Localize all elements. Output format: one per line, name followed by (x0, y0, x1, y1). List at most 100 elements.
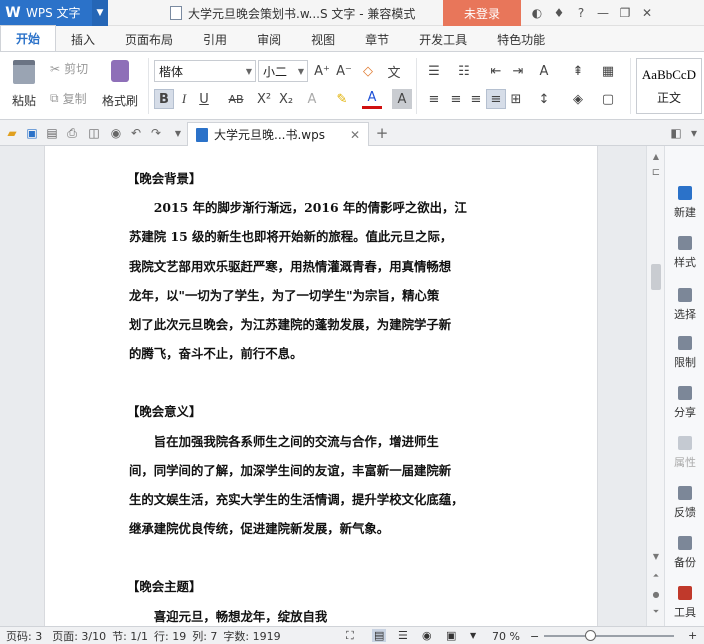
border-icon[interactable]: ▢ (598, 89, 618, 109)
prev-page-icon[interactable]: ⏶ (650, 570, 662, 582)
web-view-icon[interactable]: ◉ (422, 629, 432, 642)
task-select[interactable]: 选择 (665, 288, 704, 322)
italic-button[interactable]: I (174, 89, 194, 109)
tab-page-layout[interactable]: 页面布局 (110, 27, 188, 51)
scrollbar-thumb[interactable] (651, 264, 661, 290)
shading-icon[interactable]: ◈ (568, 89, 588, 109)
zoom-slider[interactable] (544, 630, 674, 641)
paste-button[interactable]: 粘贴 (6, 60, 42, 109)
zoom-out-icon[interactable]: − (530, 630, 539, 643)
full-screen-icon[interactable]: ⛶ (346, 629, 354, 643)
line-spacing-icon[interactable]: ↕ (534, 89, 554, 109)
distributed-icon[interactable]: ⊞ (506, 89, 526, 109)
redo-icon[interactable]: ↷ (148, 125, 164, 141)
undo-icon[interactable]: ↶ (128, 125, 144, 141)
spellcheck-icon[interactable]: ◉ (108, 125, 124, 141)
next-page-icon[interactable]: ⏷ (650, 606, 662, 618)
print-preview-icon[interactable]: ◫ (86, 125, 102, 141)
document-page[interactable]: 【晚会背景】 2015 年的脚步渐行渐远，2016 年的倩影呼之欲出，江 苏建院 1… (44, 146, 598, 626)
document-body[interactable]: 【晚会背景】 2015 年的脚步渐行渐远，2016 年的倩影呼之欲出，江 苏建院 1… (127, 164, 519, 626)
tab-features[interactable]: 特色功能 (482, 27, 560, 51)
highlight-icon[interactable]: ✎ (332, 89, 352, 109)
copy-button[interactable]: ⧉ 复制 (50, 90, 87, 107)
chevron-down-icon[interactable]: ▼ (470, 631, 476, 640)
font-name-select[interactable]: 楷体 ▼ (154, 60, 256, 82)
ruler-toggle-icon[interactable]: ⊏ (650, 166, 662, 178)
justify-icon[interactable]: ≡ (486, 89, 506, 109)
new-tab-icon[interactable]: + (374, 124, 390, 142)
sort-icon[interactable]: A (534, 61, 554, 81)
login-button[interactable]: 未登录 (443, 0, 521, 26)
app-menu-button[interactable]: W WPS 文字 ▼ (0, 0, 108, 26)
shirt-icon[interactable]: ♦ (548, 0, 570, 26)
tab-insert[interactable]: 插入 (56, 27, 110, 51)
tab-view[interactable]: 视图 (296, 27, 350, 51)
grow-font-icon[interactable]: A⁺ (312, 61, 332, 81)
show-marks-icon[interactable]: ⇞ (568, 61, 588, 81)
status-page[interactable]: 页面: 3/10 (52, 628, 106, 644)
align-left-icon[interactable]: ≡ (424, 89, 444, 109)
zoom-level[interactable]: 70 % (492, 630, 520, 643)
align-right-icon[interactable]: ≡ (466, 89, 486, 109)
tab-review[interactable]: 审阅 (242, 27, 296, 51)
close-icon[interactable]: ✕ (636, 0, 658, 26)
scroll-up-icon[interactable]: ▲ (650, 150, 662, 162)
tab-developer[interactable]: 开发工具 (404, 27, 482, 51)
increase-indent-icon[interactable]: ⇥ (508, 61, 528, 81)
tab-home[interactable]: 开始 (0, 25, 57, 51)
underline-button[interactable]: U (194, 89, 214, 109)
style-normal-swatch[interactable]: AaBbCcD 正文 (636, 58, 702, 114)
format-painter-button[interactable]: 格式刷 (100, 60, 140, 109)
tab-section[interactable]: 章节 (350, 27, 404, 51)
chevron-down-icon[interactable]: ▼ (170, 125, 186, 141)
text-effect-icon[interactable]: A (302, 89, 322, 109)
reading-view-icon[interactable]: ▣ (446, 629, 456, 642)
task-tools[interactable]: 工具 (665, 586, 704, 620)
status-word-count[interactable]: 字数: 1919 (223, 628, 280, 644)
help-icon[interactable]: ? (570, 0, 592, 26)
clear-format-icon[interactable]: ◇ (358, 61, 378, 81)
print-icon[interactable]: ⎙ (64, 125, 80, 141)
subscript-button[interactable]: X₂ (276, 89, 296, 109)
outline-view-icon[interactable]: ☰ (398, 629, 408, 642)
phonetic-icon[interactable]: 文 (384, 61, 404, 81)
shrink-font-icon[interactable]: A⁻ (334, 61, 354, 81)
open-folder-icon[interactable]: ▰ (4, 125, 20, 141)
zoom-slider-knob[interactable] (584, 630, 596, 641)
align-center-icon[interactable]: ≡ (446, 89, 466, 109)
minimize-icon[interactable]: — (592, 0, 614, 26)
task-properties[interactable]: 属性 (665, 436, 704, 470)
document-tab[interactable]: 大学元旦晚...书.wps ✕ (187, 122, 369, 146)
strikethrough-button[interactable]: AB (226, 89, 246, 109)
task-restrict[interactable]: 限制 (665, 336, 704, 370)
font-size-select[interactable]: 小二 ▼ (258, 60, 308, 82)
task-feedback[interactable]: 反馈 (665, 486, 704, 520)
decrease-indent-icon[interactable]: ⇤ (486, 61, 506, 81)
char-shading-icon[interactable]: A (392, 89, 412, 109)
task-share[interactable]: 分享 (665, 386, 704, 420)
numbering-icon[interactable]: ☷ (454, 61, 474, 81)
cut-button[interactable]: ✂ 剪切 (50, 60, 88, 77)
close-tab-icon[interactable]: ✕ (350, 128, 360, 142)
task-styles[interactable]: 样式 (665, 236, 704, 270)
scroll-down-icon[interactable]: ▼ (650, 550, 662, 562)
page-view-icon[interactable]: ▤ (372, 629, 387, 642)
task-backup[interactable]: 备份 (665, 536, 704, 570)
settings-icon[interactable]: ▾ (686, 125, 702, 141)
tab-references[interactable]: 引用 (188, 27, 242, 51)
collapse-ribbon-icon[interactable]: ◧ (668, 125, 684, 141)
table-icon[interactable]: ▦ (598, 61, 618, 81)
bold-button[interactable]: B (154, 89, 174, 109)
export-pdf-icon[interactable]: ▤ (44, 125, 60, 141)
save-icon[interactable]: ▣ (24, 125, 40, 141)
restore-icon[interactable]: ❐ (614, 0, 636, 26)
zoom-in-icon[interactable]: + (688, 629, 697, 642)
bullets-icon[interactable]: ☰ (424, 61, 444, 81)
skin-icon[interactable]: ◐ (526, 0, 548, 26)
chevron-down-icon[interactable]: ▼ (92, 0, 108, 26)
vertical-scrollbar[interactable]: ▲ ⊏ ▼ ⏶ ● ⏷ (646, 146, 664, 626)
font-color-icon[interactable]: A (362, 89, 382, 109)
select-browse-icon[interactable]: ● (650, 588, 662, 600)
superscript-button[interactable]: X² (254, 89, 274, 109)
task-new[interactable]: 新建 (665, 186, 704, 220)
